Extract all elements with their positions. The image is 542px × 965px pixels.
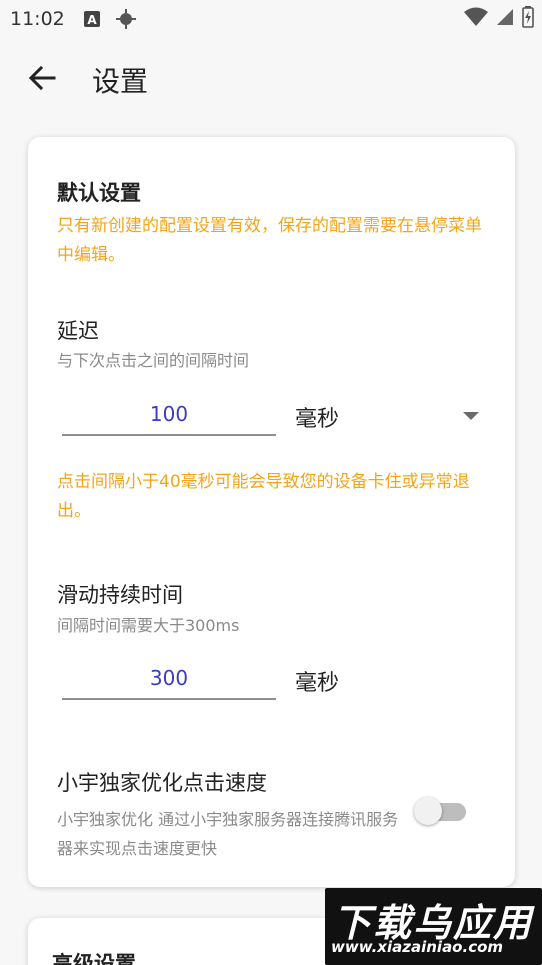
battery-icon bbox=[522, 6, 534, 33]
status-bar: 11:02 A bbox=[0, 0, 542, 38]
watermark-logo: 下载乌应用 www.xiazainiao.com bbox=[325, 888, 542, 965]
svg-text:A: A bbox=[87, 13, 97, 27]
swipe-duration-unit: 毫秒 bbox=[295, 671, 340, 696]
delay-unit-select[interactable]: 毫秒 bbox=[295, 401, 339, 433]
arrow-left-icon bbox=[28, 65, 56, 94]
optimize-title: 小宇独家优化点击速度 bbox=[57, 771, 267, 795]
config-notice: 只有新创建的配置设置有效，保存的配置需要在悬停菜单中编辑。 bbox=[57, 216, 482, 265]
default-settings-title: 默认设置 bbox=[57, 181, 141, 205]
swipe-duration-title: 滑动持续时间 bbox=[57, 583, 183, 607]
back-button[interactable] bbox=[12, 50, 72, 110]
a-icon: A bbox=[83, 10, 101, 28]
gps-icon bbox=[115, 8, 137, 30]
app-bar: 设置 bbox=[0, 44, 542, 116]
signal-icon bbox=[496, 8, 514, 31]
delay-subtitle: 与下次点击之间的间隔时间 bbox=[57, 351, 250, 370]
swipe-duration-input[interactable] bbox=[62, 658, 276, 700]
default-settings-card: 默认设置 只有新创建的配置设置有效，保存的配置需要在悬停菜单中编辑。 延迟 与下… bbox=[28, 137, 515, 887]
optimize-subtitle: 小宇独家优化 通过小宇独家服务器连接腾讯服务器来实现点击速度更快 bbox=[57, 810, 399, 858]
wifi-icon bbox=[464, 7, 488, 32]
watermark-url: www.xiazainiao.com bbox=[331, 938, 504, 956]
delay-title: 延迟 bbox=[57, 319, 99, 343]
delay-warning: 点击间隔小于40毫秒可能会导致您的设备卡住或异常退出。 bbox=[57, 472, 470, 521]
optimize-toggle[interactable] bbox=[414, 797, 470, 825]
advanced-settings-title: 高级设置 bbox=[52, 952, 136, 965]
status-time: 11:02 bbox=[10, 8, 65, 30]
delay-input[interactable] bbox=[62, 394, 276, 436]
chevron-down-icon[interactable] bbox=[463, 412, 479, 420]
swipe-duration-subtitle: 间隔时间需要大于300ms bbox=[57, 616, 240, 635]
page-title: 设置 bbox=[92, 65, 149, 98]
toggle-thumb bbox=[414, 797, 442, 825]
